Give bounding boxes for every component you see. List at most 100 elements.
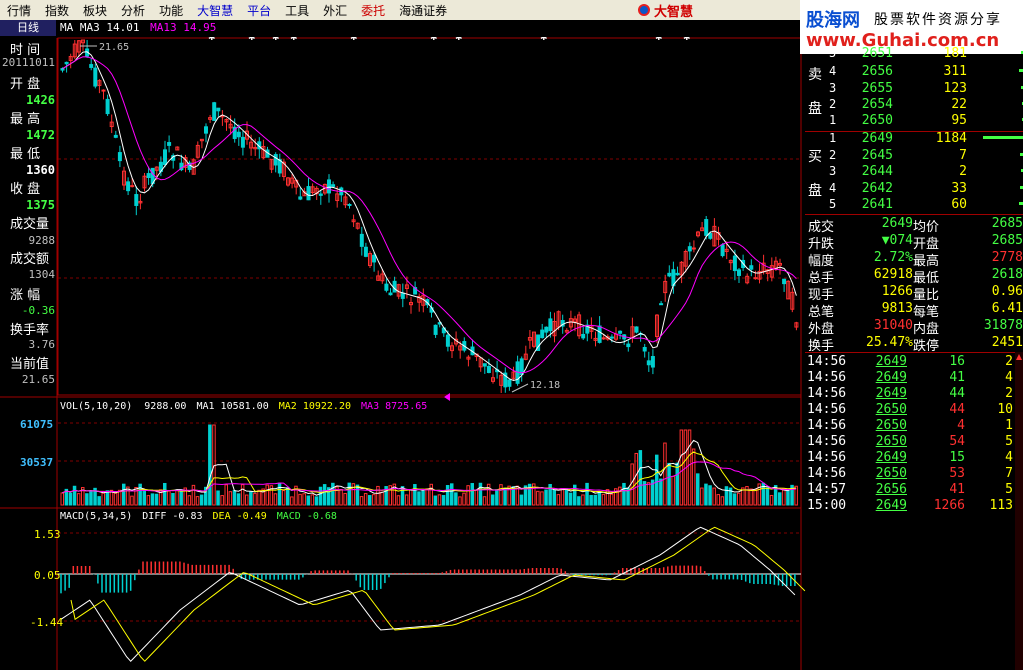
- candle-body: [597, 325, 602, 343]
- volume-bar: [236, 493, 241, 506]
- menu-item[interactable]: 分析: [114, 2, 152, 19]
- volume-bar: [458, 496, 462, 506]
- menu-item[interactable]: 板块: [76, 2, 114, 19]
- tick-volume: 53: [949, 466, 965, 481]
- menu-item[interactable]: 外汇: [316, 2, 354, 19]
- buy-price: 2642: [861, 181, 893, 196]
- candle-body: [212, 102, 217, 121]
- candle-body: [704, 219, 709, 236]
- depth-bar: [1019, 69, 1023, 72]
- tick-price: 2650: [875, 434, 907, 449]
- tick-row: 14:56 2650 4 1: [805, 418, 1023, 434]
- volume-bar: [179, 489, 183, 506]
- candle-body: [130, 185, 135, 188]
- buy-volume: 2: [959, 164, 967, 179]
- volume-label: 成交量: [10, 217, 50, 232]
- tick-price: 2650: [875, 418, 907, 433]
- amount-label: 成交额: [10, 252, 50, 267]
- chart-header: 日线 MA MA3 14.01 MA13 14.95: [0, 20, 800, 37]
- tick-count: 7: [1005, 466, 1013, 481]
- candle-body: [204, 126, 208, 134]
- tick-count: 5: [1005, 434, 1013, 449]
- tick-price: 2649: [875, 498, 907, 513]
- menu-item[interactable]: 功能: [152, 2, 190, 19]
- volume-bar: [503, 487, 507, 506]
- candle-body: [749, 265, 754, 270]
- candle-body: [634, 326, 639, 333]
- tick-time: 14:56: [807, 466, 847, 481]
- tick-volume: 16: [949, 354, 965, 369]
- candle-body: [359, 233, 364, 247]
- volume-bar: [704, 483, 708, 506]
- tick-time: 14:56: [807, 386, 847, 401]
- volume-bar: [450, 483, 454, 506]
- volume-bar: [138, 483, 142, 506]
- buy-label-2: 盘: [808, 183, 822, 199]
- volume-bar: [171, 493, 175, 506]
- svg-text:12.18: 12.18: [530, 380, 560, 391]
- sell-price: 2655: [861, 81, 893, 96]
- volume-bar: [466, 485, 470, 506]
- volume-bar: [429, 483, 433, 506]
- candle-body: [618, 330, 623, 334]
- volume-bar: [306, 495, 310, 506]
- menu-item[interactable]: 工具: [278, 2, 316, 19]
- buy-volume: 7: [959, 148, 967, 163]
- volume-bar: [363, 493, 368, 506]
- candle-body: [163, 149, 167, 166]
- volume-bar: [380, 491, 384, 506]
- volume-bar: [220, 495, 224, 506]
- volume-bar: [470, 483, 474, 506]
- depth-bar: [1019, 202, 1023, 205]
- buy-level: 1: [829, 131, 837, 145]
- scroll-up-icon[interactable]: [1016, 354, 1022, 360]
- volume-bar: [708, 485, 712, 506]
- menu-item[interactable]: 行情: [0, 2, 38, 19]
- moving-average-lines: [62, 51, 797, 382]
- ma-line: [62, 51, 797, 382]
- tick-count: 5: [1005, 482, 1013, 497]
- tick-price: 2650: [875, 402, 907, 417]
- tick-price: 2650: [875, 466, 907, 481]
- menu-item[interactable]: 平台: [240, 2, 278, 19]
- volume-bar: [249, 491, 253, 506]
- volume-bar: [425, 488, 429, 506]
- stat-value: 2685: [991, 233, 1023, 248]
- tick-price: 2649: [875, 450, 907, 465]
- menu-item[interactable]: 海通证券: [392, 2, 454, 19]
- menu-item[interactable]: 委托: [354, 2, 392, 19]
- volume-bar: [97, 496, 101, 506]
- sell-level: 3: [829, 81, 837, 95]
- menu-item[interactable]: 大智慧: [190, 2, 240, 19]
- volume-bar: [433, 495, 438, 506]
- volume-bar: [199, 494, 204, 506]
- vol-ma2-line: [62, 451, 797, 494]
- volume-bar: [72, 485, 77, 506]
- volume-bar: [712, 487, 716, 506]
- volume-bar: [462, 492, 466, 506]
- volume-bar: [134, 486, 138, 506]
- amount-value: 1304: [28, 268, 56, 281]
- sell-level: 1: [829, 113, 837, 127]
- candle-body: [392, 280, 397, 293]
- tick-volume: 4: [957, 418, 965, 433]
- candle-body: [782, 278, 787, 285]
- menu-item[interactable]: 指数: [38, 2, 76, 19]
- candle-body: [732, 255, 737, 272]
- volume-bar: [679, 429, 684, 506]
- candle-body: [327, 179, 331, 194]
- candle-body: [609, 336, 614, 339]
- volume-bar: [454, 492, 458, 506]
- buy-volume: 60: [951, 197, 967, 212]
- tick-scrollbar[interactable]: [1015, 352, 1023, 670]
- volume-bar: [491, 494, 495, 506]
- volume-bar: [478, 482, 483, 506]
- candle-body: [60, 68, 65, 71]
- volume-bar: [536, 490, 540, 506]
- volume-bar: [589, 494, 593, 506]
- tick-row: 14:56 2649 16 2: [805, 354, 1023, 370]
- volume-bar: [482, 496, 487, 506]
- tab-daily[interactable]: 日线: [0, 20, 56, 36]
- current-label: 当前值: [10, 357, 50, 372]
- turnover-label: 换手率: [10, 323, 50, 338]
